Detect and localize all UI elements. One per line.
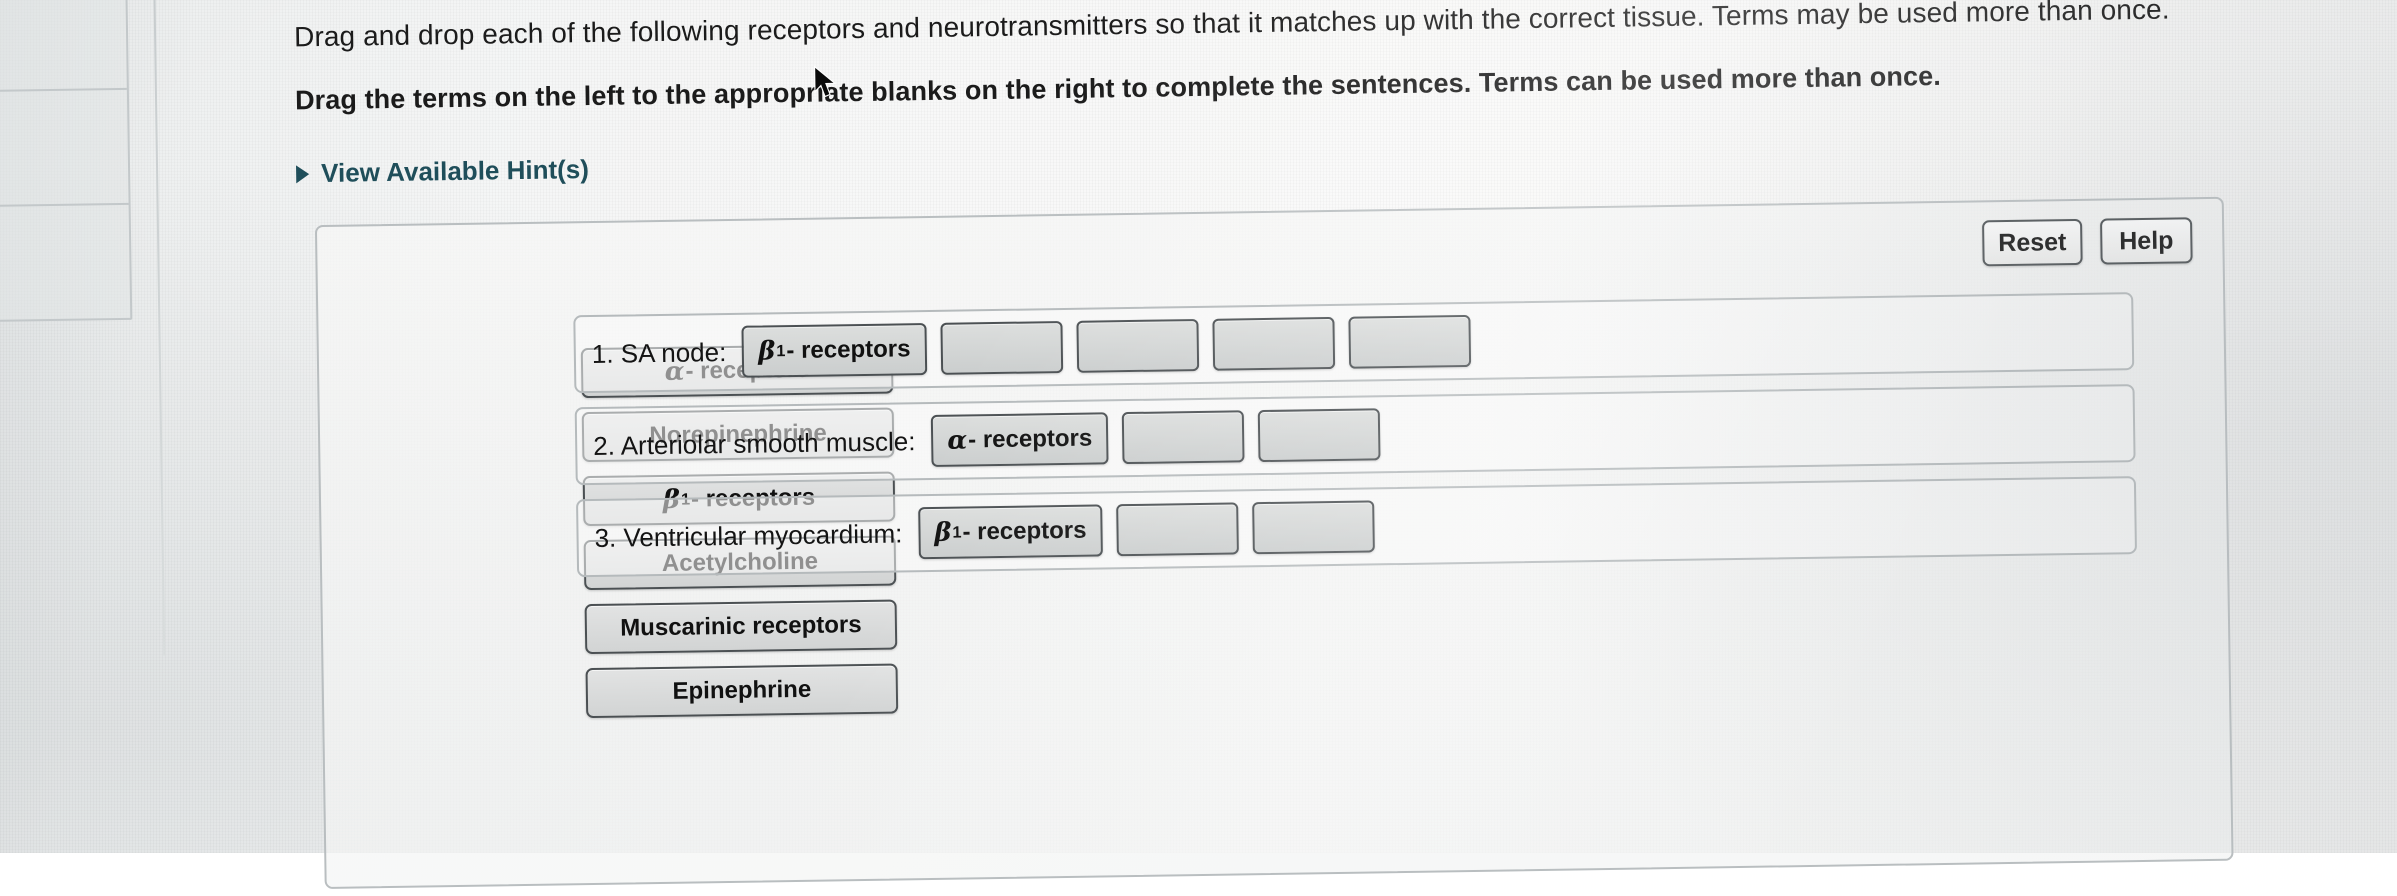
reset-button[interactable]: Reset	[1981, 218, 2083, 267]
greek-letter: β	[934, 517, 952, 548]
view-available-hints-link[interactable]: View Available Hint(s)	[296, 154, 589, 189]
left-side-panel	[0, 0, 133, 324]
chip-text: Muscarinic receptors	[620, 611, 862, 642]
answer-slot-empty[interactable]	[1212, 316, 1335, 371]
activity-toolbar: Reset Help	[1981, 217, 2193, 267]
term-chip-muscarinic-receptors[interactable]: Muscarinic receptors	[584, 599, 898, 655]
chip-text: Epinephrine	[672, 675, 812, 705]
answer-rows: 1. SA node: β 1- receptors 2. Arteriolar sm…	[573, 292, 2137, 578]
answer-slot-empty[interactable]	[1116, 502, 1239, 557]
help-button[interactable]: Help	[2100, 217, 2193, 265]
answer-row: 1. SA node: β 1- receptors	[573, 292, 2135, 394]
answer-row-label: 3. Ventricular myocardium:	[594, 517, 903, 553]
answer-slot-filled[interactable]: α- receptors	[931, 412, 1109, 467]
prompt-line-2: Drag the terms on the left to the approp…	[294, 60, 1942, 116]
subscript: 1	[952, 523, 962, 542]
answer-row-label: 1. SA node:	[591, 336, 727, 369]
answer-slot-empty[interactable]	[1252, 500, 1375, 555]
greek-letter: β	[758, 336, 776, 367]
view-available-hints-label: View Available Hint(s)	[320, 154, 590, 188]
side-panel-divider	[0, 202, 129, 209]
answer-slot-empty[interactable]	[1257, 408, 1381, 463]
answer-slot-empty[interactable]	[1121, 410, 1245, 465]
side-panel-rail	[152, 0, 166, 656]
activity-panel: Reset Help α- receptorsNorepinephrineβ1-…	[314, 196, 2234, 890]
screen-content: Drag and drop each of the following rece…	[0, 0, 2397, 890]
answer-slot-filled[interactable]: β1- receptors	[917, 504, 1103, 560]
greek-letter: α	[947, 425, 968, 456]
subscript: 1	[776, 341, 786, 360]
answer-row: 2. Arteriolar smooth muscle: α - receptors	[574, 384, 2136, 486]
chip-text: - receptors	[967, 424, 1093, 454]
side-panel-divider	[0, 87, 127, 94]
answer-slot-empty[interactable]	[1076, 318, 1199, 373]
triangle-right-icon	[296, 164, 310, 183]
term-chip-epinephrine[interactable]: Epinephrine	[585, 663, 899, 719]
answer-slot-filled[interactable]: β1- receptors	[741, 323, 927, 378]
answer-row: 3. Ventricular myocardium: β 1- receptors	[576, 476, 2137, 578]
answer-row-label: 2. Arteriolar smooth muscle:	[592, 425, 916, 461]
chip-text: - receptors	[786, 335, 911, 365]
answer-slot-empty[interactable]	[940, 321, 1063, 375]
answer-slot-empty[interactable]	[1348, 314, 1471, 369]
chip-text: - receptors	[962, 516, 1087, 546]
